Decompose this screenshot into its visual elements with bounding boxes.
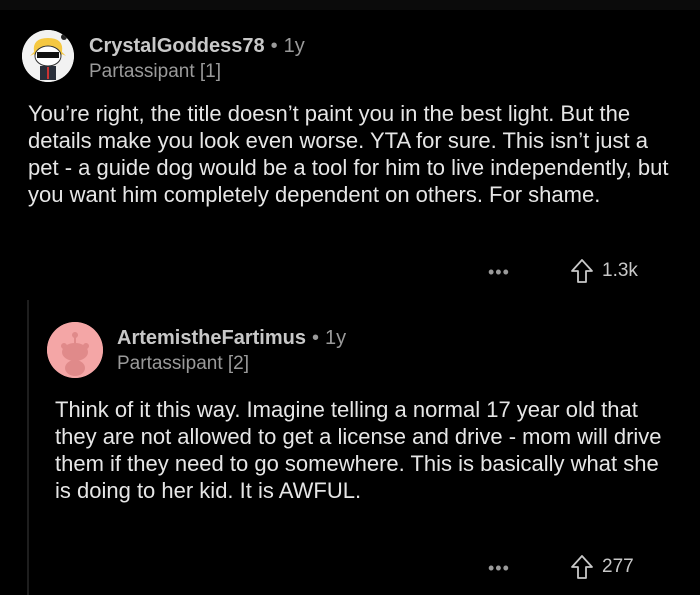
top-bar xyxy=(0,0,700,10)
thread-line[interactable] xyxy=(27,300,29,595)
avatar[interactable] xyxy=(47,322,103,378)
username[interactable]: CrystalGoddess78 xyxy=(89,35,265,57)
upvote-button[interactable]: 1.3k xyxy=(570,258,638,284)
comment-body: Think of it this way. Imagine telling a … xyxy=(55,397,662,503)
snoo-sunglasses-avatar-icon xyxy=(22,30,74,82)
upvote-button[interactable]: 277 xyxy=(570,554,634,580)
comment-body: You’re right, the title doesn’t paint yo… xyxy=(28,101,669,207)
comment-age: 1y xyxy=(324,327,347,349)
username-line: CrystalGoddess78 • 1y xyxy=(89,35,305,58)
username[interactable]: ArtemistheFartimus xyxy=(117,327,306,349)
vote-count: 277 xyxy=(602,556,634,577)
upvote-arrow-icon xyxy=(571,259,593,283)
avatar[interactable] xyxy=(22,30,74,82)
snoo-default-avatar-icon xyxy=(47,322,103,378)
separator: • xyxy=(270,35,278,57)
username-line: ArtemistheFartimus • 1y xyxy=(117,327,346,350)
separator: • xyxy=(311,327,319,349)
user-flair: Partassipant [2] xyxy=(117,353,250,374)
more-options-button[interactable]: ••• xyxy=(488,262,510,283)
vote-count: 1.3k xyxy=(602,260,638,281)
upvote-arrow-icon xyxy=(571,555,593,579)
more-options-button[interactable]: ••• xyxy=(488,558,510,579)
comment-age: 1y xyxy=(283,35,305,57)
user-flair: Partassipant [1] xyxy=(89,61,222,82)
